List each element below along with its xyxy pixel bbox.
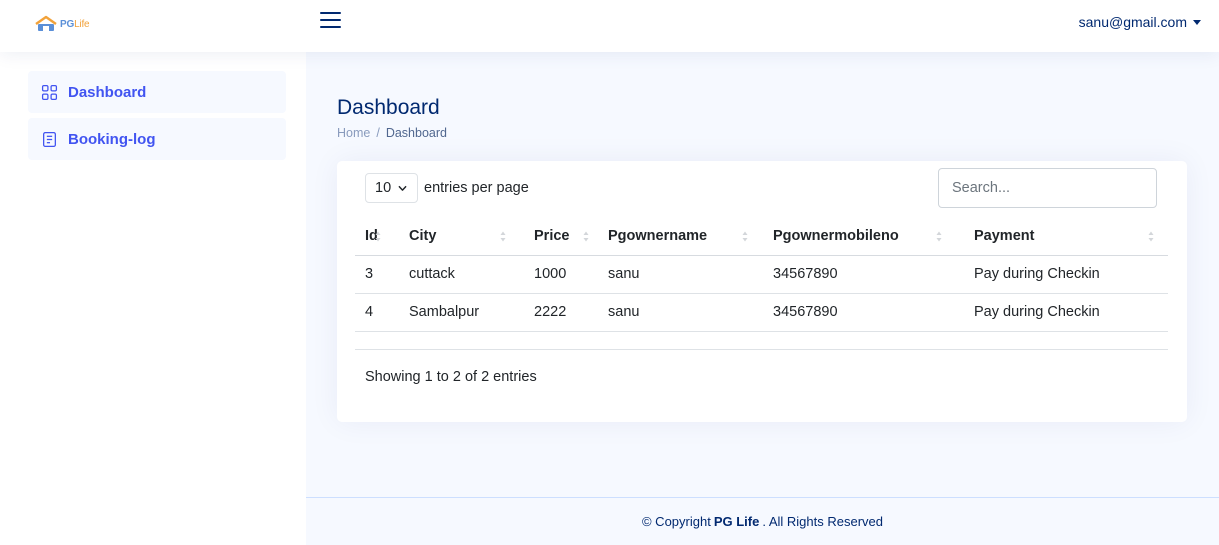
grid-icon	[41, 84, 58, 100]
page-title: Dashboard	[337, 96, 440, 119]
user-menu-dropdown[interactable]: sanu@gmail.com	[1079, 12, 1201, 32]
sidebar-toggle-button[interactable]	[319, 10, 345, 32]
entries-per-page-select[interactable]: 10	[365, 173, 418, 203]
cell-pgownername: sanu	[598, 293, 763, 332]
table-header-row: Id City Price Pgownername Pgownermobilen…	[355, 218, 1168, 256]
cell-pgownermobileno: 34567890	[763, 293, 964, 332]
breadcrumb-current: Dashboard	[385, 126, 447, 140]
cell-city: cuttack	[399, 255, 524, 294]
cell-pgownername: sanu	[598, 255, 763, 294]
table-info: Showing 1 to 2 of 2 entries	[365, 369, 537, 385]
sidebar: Dashboard Booking-log	[0, 52, 306, 545]
cell-pgownermobileno: 34567890	[763, 255, 964, 294]
column-header-pgownername[interactable]: Pgownername	[598, 218, 763, 256]
entries-per-page-control: 10 entries per page	[365, 173, 529, 203]
sort-icon	[936, 231, 942, 242]
footer: © Copyright PG Life . All Rights Reserve…	[306, 497, 1219, 545]
bookings-card: 10 entries per page Id City Price	[337, 161, 1187, 422]
hamburger-line	[320, 12, 341, 14]
column-header-id[interactable]: Id	[355, 218, 399, 256]
bookings-table: Id City Price Pgownername Pgownermobilen…	[355, 218, 1168, 332]
table-divider	[355, 349, 1168, 350]
cell-id: 3	[355, 255, 399, 294]
column-header-label: Pgownername	[608, 228, 708, 245]
cell-payment: Pay during Checkin	[964, 293, 1168, 332]
entries-per-page-label: entries per page	[424, 180, 529, 196]
cell-payment: Pay during Checkin	[964, 255, 1168, 294]
brand-name-life: Life	[74, 18, 90, 30]
footer-brand: PG Life	[713, 514, 760, 529]
column-header-city[interactable]: City	[399, 218, 524, 256]
entries-per-page-value: 10	[375, 180, 392, 196]
column-header-payment[interactable]: Payment	[964, 218, 1168, 256]
cell-id: 4	[355, 293, 399, 332]
footer-rights: . All Rights Reserved	[762, 514, 883, 529]
cell-price: 2222	[524, 293, 598, 332]
column-header-label: Payment	[974, 228, 1035, 245]
brand-name: PGLife	[60, 18, 90, 30]
breadcrumb-home-link[interactable]: Home	[337, 126, 370, 140]
sidebar-item-label: Dashboard	[68, 83, 147, 101]
hamburger-line	[320, 19, 341, 21]
sort-icon	[500, 231, 506, 242]
table-row: 3 cuttack 1000 sanu 34567890 Pay during …	[355, 255, 1168, 294]
journal-text-icon	[43, 131, 56, 147]
cell-city: Sambalpur	[399, 293, 524, 332]
brand-name-pg: PG	[60, 18, 75, 30]
column-header-price[interactable]: Price	[524, 218, 598, 256]
hamburger-line	[320, 26, 341, 28]
column-header-label: Price	[534, 228, 570, 245]
house-logo-icon	[35, 15, 57, 31]
caret-down-icon	[1193, 20, 1201, 25]
sidebar-item-dashboard[interactable]: Dashboard	[28, 71, 286, 113]
column-header-pgownermobileno[interactable]: Pgownermobileno	[763, 218, 964, 256]
breadcrumb-separator: /	[376, 126, 380, 140]
sort-icon	[1148, 231, 1154, 242]
user-email: sanu@gmail.com	[1078, 14, 1187, 30]
brand-logo[interactable]: PGLife	[34, 12, 90, 36]
cell-price: 1000	[524, 255, 598, 294]
column-header-label: Pgownermobileno	[773, 228, 899, 245]
sort-icon	[742, 231, 748, 242]
column-header-label: City	[409, 228, 437, 245]
sort-icon	[375, 231, 381, 242]
top-header: PGLife sanu@gmail.com	[0, 0, 1219, 52]
footer-copyright: © Copyright	[641, 514, 711, 529]
sort-icon	[583, 231, 589, 242]
breadcrumb: Home / Dashboard	[337, 126, 447, 140]
sidebar-item-booking-log[interactable]: Booking-log	[28, 118, 286, 160]
sidebar-item-label: Booking-log	[68, 130, 156, 148]
chevron-down-icon	[398, 185, 407, 191]
table-search-input[interactable]	[938, 168, 1157, 208]
table-row: 4 Sambalpur 2222 sanu 34567890 Pay durin…	[355, 293, 1168, 332]
